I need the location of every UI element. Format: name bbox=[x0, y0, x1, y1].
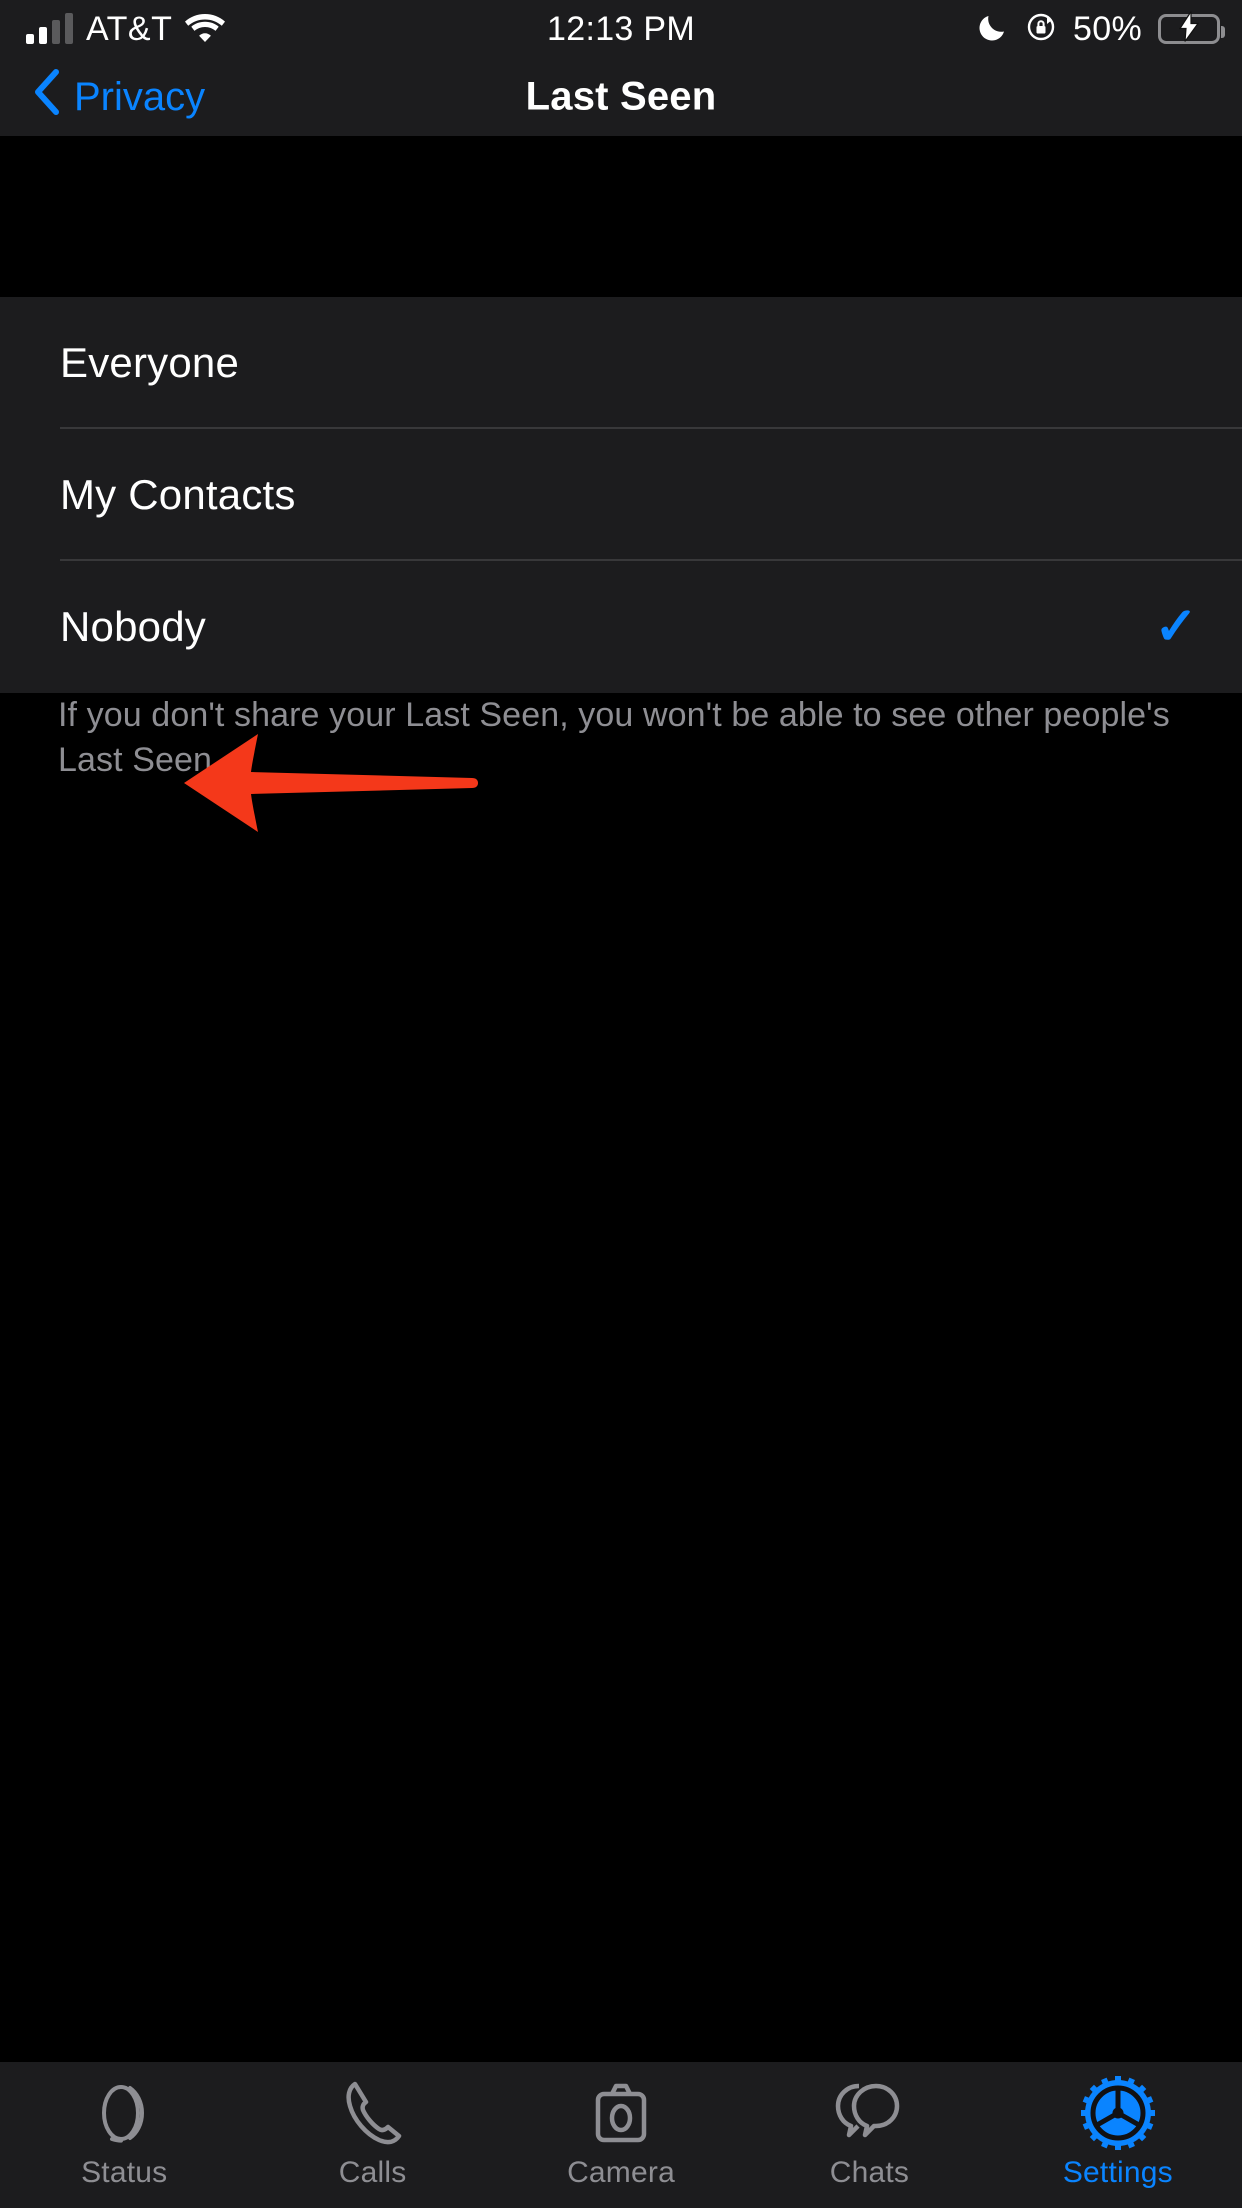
status-bar-left: AT&T bbox=[0, 10, 420, 49]
tab-label: Calls bbox=[338, 2156, 407, 2189]
content-area: Everyone My Contacts Nobody ✓ If you don… bbox=[0, 136, 1242, 2062]
tab-label: Chats bbox=[829, 2156, 910, 2189]
cellular-signal-icon bbox=[26, 13, 73, 44]
battery-icon bbox=[1158, 9, 1225, 47]
option-label: Everyone bbox=[60, 339, 240, 386]
last-seen-options-group: Everyone My Contacts Nobody ✓ bbox=[0, 297, 1242, 693]
clock: 12:13 PM bbox=[547, 9, 695, 48]
option-label: My Contacts bbox=[60, 471, 296, 518]
wifi-icon bbox=[185, 12, 226, 47]
status-bar: AT&T 12:13 PM 50% bbox=[0, 0, 1242, 58]
moon-icon bbox=[977, 11, 1009, 48]
app-screen: AT&T 12:13 PM 50% Privacy Last Seen Ever… bbox=[0, 0, 1242, 2208]
rotation-lock-icon bbox=[1025, 11, 1057, 48]
gear-icon bbox=[1080, 2076, 1155, 2150]
tab-label: Status bbox=[81, 2156, 168, 2189]
tab-camera[interactable]: Camera bbox=[497, 2076, 745, 2190]
tab-bar: Status Calls Camera Chats Settings bbox=[0, 2062, 1242, 2208]
tab-status[interactable]: Status bbox=[0, 2076, 248, 2190]
option-label: Nobody bbox=[60, 603, 206, 650]
chat-bubbles-icon bbox=[832, 2076, 906, 2150]
tab-label: Camera bbox=[567, 2156, 675, 2189]
tab-label: Settings bbox=[1062, 2156, 1173, 2189]
navigation-bar: Privacy Last Seen bbox=[0, 58, 1242, 136]
tab-settings[interactable]: Settings bbox=[994, 2076, 1242, 2190]
tab-chats[interactable]: Chats bbox=[745, 2076, 993, 2190]
option-row-nobody[interactable]: Nobody ✓ bbox=[0, 561, 1242, 693]
option-row-my-contacts[interactable]: My Contacts bbox=[0, 429, 1242, 561]
charging-bolt-icon bbox=[1178, 9, 1200, 47]
carrier-label: AT&T bbox=[86, 9, 173, 48]
status-bar-right: 50% bbox=[822, 9, 1242, 49]
status-bar-center: 12:13 PM bbox=[420, 10, 822, 49]
checkmark-icon: ✓ bbox=[1154, 598, 1198, 656]
option-row-everyone[interactable]: Everyone bbox=[0, 297, 1242, 429]
status-rings-icon bbox=[90, 2076, 158, 2150]
tab-calls[interactable]: Calls bbox=[248, 2076, 496, 2190]
page-title: Last Seen bbox=[525, 74, 717, 119]
camera-icon bbox=[586, 2076, 656, 2150]
phone-icon bbox=[341, 2076, 405, 2150]
battery-percent-label: 50% bbox=[1073, 9, 1142, 48]
footer-description: If you don't share your Last Seen, you w… bbox=[58, 696, 1170, 779]
